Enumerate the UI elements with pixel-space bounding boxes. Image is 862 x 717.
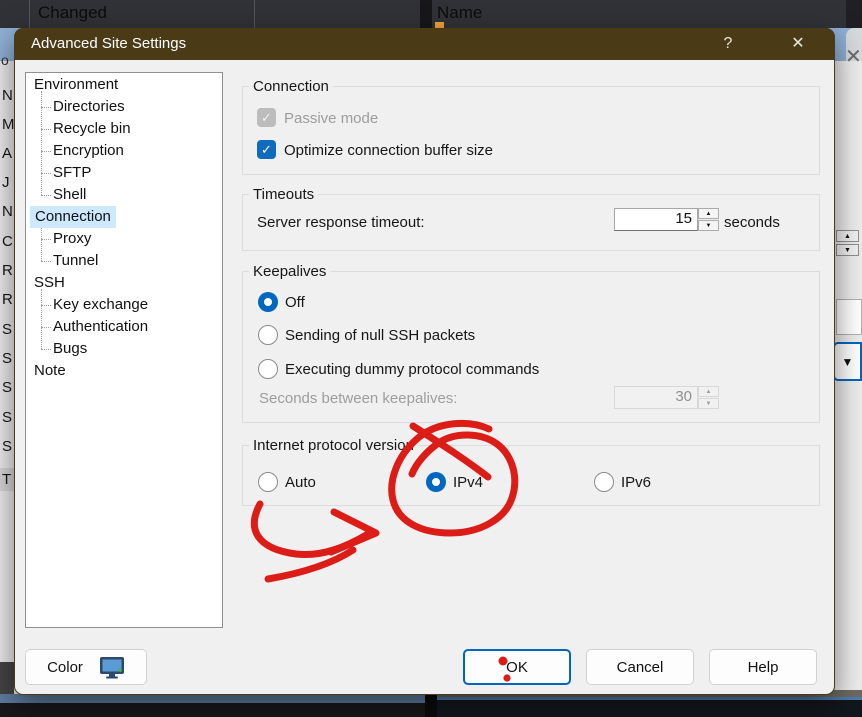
cancel-button-label: Cancel: [617, 659, 664, 676]
spin-down-icon: ▼: [844, 247, 851, 254]
keepalive-dummy-commands-label[interactable]: Executing dummy protocol commands: [285, 360, 539, 379]
ip-auto-label[interactable]: Auto: [285, 473, 316, 492]
ip-ipv4-radio[interactable]: [426, 472, 446, 492]
group-connection: Connection: [242, 86, 820, 175]
group-connection-label: Connection: [249, 78, 333, 96]
tree-item-authentication[interactable]: Authentication: [26, 316, 222, 338]
column-header-name[interactable]: Name: [437, 3, 482, 23]
background-bottom-bar-right: [437, 700, 862, 717]
screen: Changed Name ✕ o N M A J N C R R S S S S…: [0, 0, 862, 717]
color-button[interactable]: Color: [25, 649, 147, 685]
ip-ipv6-label[interactable]: IPv6: [621, 473, 651, 492]
column-divider: [254, 0, 255, 28]
dialog-title: Advanced Site Settings: [31, 28, 186, 60]
monitor-icon: [99, 656, 125, 679]
ip-ipv4-label[interactable]: IPv4: [453, 473, 483, 492]
tree-item-key-exchange[interactable]: Key exchange: [26, 294, 222, 316]
site-initial: S: [2, 377, 12, 399]
site-initial: S: [2, 348, 12, 370]
tree-item-ssh[interactable]: SSH: [26, 272, 222, 294]
site-initial: R: [2, 289, 13, 311]
tree-item-note[interactable]: Note: [26, 360, 222, 382]
site-initial: T: [2, 469, 11, 491]
chevron-down-icon: ▼: [842, 355, 854, 369]
site-initial: N: [2, 201, 13, 223]
spin-up-icon: ▲: [698, 386, 719, 397]
background-partial-text: o: [1, 52, 9, 68]
ip-ipv6-radio[interactable]: [594, 472, 614, 492]
help-button[interactable]: Help: [709, 649, 817, 685]
help-caption-button[interactable]: ?: [715, 28, 741, 60]
tree-item-encryption[interactable]: Encryption: [26, 140, 222, 162]
tree-item-directories[interactable]: Directories: [26, 96, 222, 118]
keepalives-spinner: ▲ ▼: [698, 386, 719, 409]
site-initial: S: [2, 319, 12, 341]
tree-item-shell[interactable]: Shell: [26, 184, 222, 206]
dialog-titlebar[interactable]: Advanced Site Settings ? ✕: [14, 28, 835, 60]
site-initial: S: [2, 407, 12, 429]
keepalive-off-label[interactable]: Off: [285, 293, 305, 312]
seconds-between-keepalives-input: 30: [614, 386, 698, 409]
background-spin-up-button[interactable]: ▲: [836, 230, 859, 242]
site-initial: N: [2, 85, 13, 107]
server-response-timeout-label: Server response timeout:: [257, 213, 425, 232]
cancel-button[interactable]: Cancel: [586, 649, 694, 685]
passive-mode-checkbox: ✓: [257, 108, 276, 127]
tree-item-tunnel[interactable]: Tunnel: [26, 250, 222, 272]
group-internet-protocol: Internet protocol version: [242, 445, 820, 506]
keepalive-off-radio[interactable]: [258, 292, 278, 312]
seconds-between-keepalives-label: Seconds between keepalives:: [259, 389, 457, 408]
color-button-label: Color: [47, 659, 83, 676]
timeout-unit-label: seconds: [724, 213, 780, 232]
background-close-icon[interactable]: ✕: [845, 44, 862, 69]
optimize-buffer-checkbox[interactable]: ✓: [257, 140, 276, 159]
background-text-field[interactable]: [836, 299, 862, 335]
advanced-site-settings-dialog: Advanced Site Settings ? ✕ Environment D…: [14, 28, 835, 695]
spin-up-icon[interactable]: ▲: [698, 208, 719, 219]
background-combobox-button[interactable]: ▼: [833, 342, 862, 381]
check-icon: ✓: [261, 110, 272, 126]
ip-auto-radio[interactable]: [258, 472, 278, 492]
site-initial: R: [2, 260, 13, 282]
column-divider: [29, 0, 30, 28]
background-panel-corner: [846, 0, 862, 28]
optimize-buffer-label[interactable]: Optimize connection buffer size: [284, 141, 493, 160]
keepalive-null-packets-label[interactable]: Sending of null SSH packets: [285, 326, 475, 345]
group-internet-protocol-label: Internet protocol version: [249, 437, 418, 455]
site-initial: A: [2, 143, 12, 165]
group-timeouts-label: Timeouts: [249, 186, 318, 204]
spin-down-icon[interactable]: ▼: [698, 220, 719, 231]
column-header-changed[interactable]: Changed: [38, 3, 107, 23]
site-initial: M: [2, 114, 15, 136]
group-keepalives-label: Keepalives: [249, 263, 330, 281]
site-initial: S: [2, 436, 12, 458]
close-button[interactable]: ✕: [785, 28, 811, 60]
timeout-spinner[interactable]: ▲ ▼: [698, 208, 719, 231]
ok-button[interactable]: OK: [463, 649, 571, 685]
tree-item-environment[interactable]: Environment: [26, 74, 222, 96]
background-status-strip-left: [0, 694, 425, 703]
background-dark-block: [0, 662, 14, 695]
spin-down-icon: ▼: [698, 398, 719, 409]
tree-item-sftp[interactable]: SFTP: [26, 162, 222, 184]
background-spin-down-button[interactable]: ▼: [836, 244, 859, 256]
ok-button-label: OK: [506, 659, 528, 676]
spin-up-icon: ▲: [844, 233, 851, 240]
tree-item-recycle-bin[interactable]: Recycle bin: [26, 118, 222, 140]
settings-tree: Environment Directories Recycle bin Encr…: [25, 72, 223, 628]
check-icon: ✓: [261, 142, 272, 158]
tree-item-proxy[interactable]: Proxy: [26, 228, 222, 250]
background-bottom-bar-left: [0, 703, 437, 717]
keepalive-null-packets-radio[interactable]: [258, 325, 278, 345]
server-response-timeout-input[interactable]: 15: [614, 208, 698, 231]
help-button-label: Help: [748, 659, 779, 676]
passive-mode-label: Passive mode: [284, 109, 378, 128]
keepalive-dummy-commands-radio[interactable]: [258, 359, 278, 379]
tree-item-connection-selected[interactable]: Connection: [26, 206, 222, 228]
site-initial: C: [2, 231, 13, 253]
tree-item-bugs[interactable]: Bugs: [26, 338, 222, 360]
site-initial: J: [2, 172, 10, 194]
